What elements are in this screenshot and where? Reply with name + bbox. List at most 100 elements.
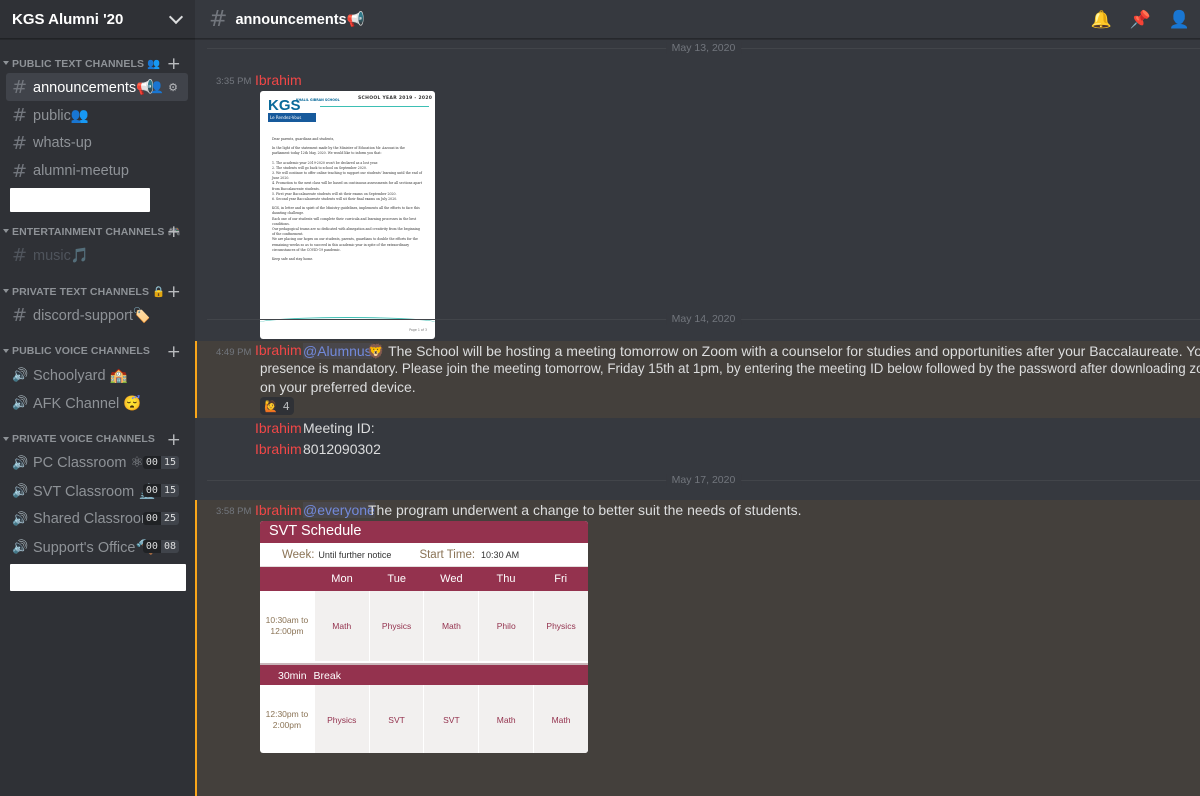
channel-header: # announcements📢 🔔 📌 👤 (195, 0, 1200, 39)
letter-line: 3. We will continue to offer online teac… (272, 171, 422, 181)
letter-line: KGS, in letter and in spirit of the Mini… (272, 206, 420, 216)
speaker-icon: 🔊 (12, 539, 29, 554)
speaker-icon: 🔊 (12, 367, 29, 382)
message-4: Ibrahim 8012090302 (195, 440, 1200, 460)
add-channel-icon[interactable]: + (167, 54, 181, 74)
speaker-icon: 🔊 (12, 483, 29, 498)
slot-time: 10:30am to 12:00pm (265, 615, 309, 636)
channel-label: music🎵 (33, 247, 89, 264)
schedule-meta-row: Week: Until further notice Start Time: 1… (260, 543, 588, 567)
break-duration: 30min (278, 670, 307, 682)
add-channel-icon[interactable]: + (167, 430, 181, 450)
voice-channel-support-office[interactable]: 🔊 Support's Office🔨 00 08 (6, 533, 188, 561)
category-public-text[interactable]: PUBLIC TEXT CHANNELS 👥 + (0, 53, 195, 74)
mention-label[interactable]: @everyone (303, 502, 375, 518)
channel-list: PUBLIC TEXT CHANNELS 👥 + # announcements… (0, 39, 195, 796)
letter-line: Each one of our students will complete t… (272, 216, 417, 226)
redacted-block (10, 564, 186, 591)
schedule-image-attachment[interactable]: SVT Schedule Week: Until further notice … (260, 521, 588, 753)
channel-announcements[interactable]: # announcements📢 👤⚙ (6, 73, 188, 101)
voice-channel-afk[interactable]: 🔊 AFK Channel 😴 (6, 389, 188, 417)
mention-everyone[interactable]: @everyone (303, 501, 375, 519)
slot-time: 12:30pm to 2:00pm (265, 709, 309, 730)
category-public-voice[interactable]: PUBLIC VOICE CHANNELS + (0, 341, 195, 362)
letter-tag: Le Rendez-Vous (268, 113, 316, 122)
category-label: ENTERTAINMENT CHANNELS 🎮 (12, 225, 181, 238)
chevron-down-icon[interactable] (168, 9, 184, 24)
header-toolbar: 🔔 📌 👤 (1090, 10, 1190, 30)
schedule-cell: Math (534, 685, 588, 753)
voice-channel-shared-classroom[interactable]: 🔊 Shared Classroom... 00 25 (6, 505, 188, 533)
message-text-line: presence is mandatory. Please join the m… (260, 361, 1200, 376)
school-year: SCHOOL YEAR 2019 - 2020 (358, 96, 433, 101)
text-channel-icon: # (12, 160, 28, 182)
message-author[interactable]: Ibrahim (255, 441, 302, 457)
channel-actions[interactable]: 👤⚙ (150, 81, 182, 94)
channel-label: Schoolyard 🏫 (33, 367, 128, 384)
day-label: Mon (331, 573, 353, 585)
guild-header[interactable]: KGS Alumni '20 (0, 0, 195, 39)
gear-icon[interactable]: ⚙ (168, 82, 182, 94)
schedule-cell: Math (314, 591, 369, 661)
reaction[interactable]: 🙋 4 (260, 397, 294, 415)
locked-channel-icon: # (12, 304, 28, 326)
caret-down-icon (3, 349, 9, 353)
channel-label: SVT Classroom 🔬 (33, 483, 157, 500)
week-value: Until further notice (318, 549, 392, 560)
user-count: 00 (142, 456, 161, 469)
day-label: Fri (554, 573, 568, 585)
add-channel-icon[interactable]: + (167, 282, 181, 302)
text-channel-icon: # (209, 6, 228, 32)
user-limit-badge: 00 25 (142, 512, 179, 525)
category-private-voice[interactable]: PRIVATE VOICE CHANNELS + (0, 429, 195, 450)
timestamp: 3:35 PM (216, 76, 252, 87)
message-text: Meeting ID: (303, 420, 375, 436)
schedule-cell: SVT (424, 685, 479, 753)
user-count: 00 (142, 484, 161, 497)
letter-line: Keep safe and stay home. (272, 257, 314, 262)
pin-icon[interactable]: 📌 (1130, 10, 1151, 30)
message-author[interactable]: Ibrahim (255, 420, 302, 436)
invite-icon[interactable]: 👤 (150, 82, 168, 94)
channel-public[interactable]: # public👥 (6, 101, 188, 129)
mention-alumnus[interactable]: @Alumnus (303, 342, 372, 360)
caret-down-icon (3, 437, 9, 441)
message-author[interactable]: Ibrahim (255, 72, 302, 88)
letter-body: Dear parents, guardians and students, In… (272, 137, 423, 262)
letter-image-attachment[interactable]: KGS KHALIL GIBRAN SCHOOL Le Rendez-Vous … (260, 91, 435, 339)
channel-music[interactable]: # music🎵 (6, 241, 188, 269)
channel-whats-up[interactable]: # whats-up (6, 129, 188, 157)
message-text: 8012090302 (303, 441, 381, 457)
channel-label: PC Classroom ⚛ (33, 455, 144, 471)
add-channel-icon[interactable]: + (167, 342, 181, 362)
redacted-block (10, 188, 150, 212)
channel-label: public👥 (33, 107, 89, 124)
voice-channel-pc-classroom[interactable]: 🔊 PC Classroom ⚛ 00 15 (6, 449, 188, 477)
channel-alumni-meetup[interactable]: # alumni-meetup (6, 157, 188, 185)
user-limit: 15 (160, 456, 179, 469)
schedule-cell: SVT (369, 685, 424, 753)
category-private-text[interactable]: PRIVATE TEXT CHANNELS 🔒 + (0, 281, 195, 302)
text-channel-icon: # (12, 244, 28, 266)
add-channel-icon[interactable]: + (167, 222, 181, 242)
discord-window: KGS Alumni '20 PUBLIC TEXT CHANNELS 👥 + … (0, 0, 1200, 796)
letter-line: Our pedagogical teams are so dedicated w… (272, 227, 420, 237)
category-entertainment[interactable]: ENTERTAINMENT CHANNELS 🎮 + (0, 221, 195, 242)
user-limit: 15 (160, 484, 179, 497)
channel-discord-support[interactable]: # discord-support🏷️ (6, 301, 188, 329)
text-channel-icon: # (12, 76, 28, 98)
voice-channel-schoolyard[interactable]: 🔊 Schoolyard 🏫 (6, 361, 188, 389)
slot-row: 12:30pm to 2:00pm Physics SVT SVT Math M… (260, 685, 588, 753)
message-author[interactable]: Ibrahim (255, 502, 302, 518)
text-channel-icon: # (12, 132, 28, 154)
mention-label[interactable]: @Alumnus (303, 343, 372, 359)
date-divider: May 14, 2020 (207, 313, 1200, 325)
voice-channel-svt-classroom[interactable]: 🔊 SVT Classroom 🔬 00 15 (6, 477, 188, 505)
schedule-cell: Physics (314, 685, 369, 753)
message-author[interactable]: Ibrahim (255, 342, 302, 358)
members-icon[interactable]: 👤 (1169, 10, 1190, 30)
letter-line: 4. Promotion to the next class will be b… (272, 181, 423, 191)
slot-row: 10:30am to 12:00pm Math Physics Math Phi… (260, 591, 588, 661)
bell-icon[interactable]: 🔔 (1090, 10, 1111, 30)
date-label: May 14, 2020 (665, 313, 742, 325)
